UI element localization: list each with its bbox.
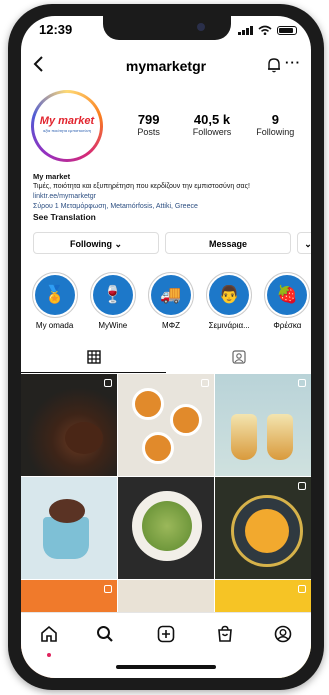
carousel-icon [104,585,112,593]
message-button[interactable]: Message [165,232,291,254]
post-thumbnail[interactable] [21,374,117,476]
battery-icon [277,25,297,35]
truck-icon: 🚚 [151,275,191,315]
dessert-glass-image [231,414,257,460]
stat-label: Posts [137,127,160,137]
search-icon [97,626,113,642]
more-options-icon[interactable]: ··· [285,55,301,70]
nav-home[interactable] [37,625,61,657]
suggested-accounts-button[interactable]: ⌄ [297,232,311,254]
stat-value: 40,5 k [193,112,231,127]
stat-following[interactable]: 9 Following [244,112,307,137]
status-time: 12:39 [39,22,73,37]
avatar-story-ring[interactable]: My market αξία ποιότητα εμπιστοσύνη [31,90,103,162]
chocolate-bowl-image [65,422,103,454]
stat-label: Followers [192,127,232,137]
notch [103,16,231,40]
highlight-item[interactable]: 🏅 My omada [31,272,78,336]
stat-value: 9 [271,112,279,127]
dessert-cup-image [43,517,89,559]
post-thumbnail[interactable] [215,374,311,476]
profile-stats: 799 Posts 40,5 k Followers 9 Following [117,112,307,137]
highlight-label: My omada [35,321,74,330]
avatar-logo-tagline: αξία ποιότητα εμπιστοσύνη [43,128,91,133]
status-icons [238,25,297,35]
notification-dot [47,653,51,657]
highlight-item[interactable]: 🚚 ΜΦΖ [147,272,194,336]
medal-icon: 🏅 [34,275,75,315]
soup-cup-image [142,432,174,464]
soup-cup-image [132,388,164,420]
post-thumbnail[interactable] [118,477,214,579]
post-thumbnail[interactable] [215,477,311,579]
chocolate-topping-image [49,499,85,523]
home-indicator [116,665,216,669]
top-bar: mymarketgr ··· [21,52,311,80]
dessert-glass-image [267,414,293,460]
home-icon [41,625,57,642]
carousel-icon [298,379,306,387]
carousel-icon [201,379,209,387]
nav-create[interactable] [154,625,178,649]
carousel-icon [298,585,306,593]
wifi-icon [258,25,272,35]
profile-actions: Following ⌄ Message ⌄ [33,232,311,256]
nav-profile[interactable] [271,625,295,649]
wine-glasses-icon: 🍷 [92,275,133,315]
highlight-label: ΜΦΖ [162,321,180,330]
nav-search[interactable] [93,625,117,649]
bio-name: My market [33,172,71,181]
bottom-nav [21,612,311,678]
highlight-ring: 🏅 [31,272,78,318]
stat-followers[interactable]: 40,5 k Followers [180,112,243,137]
highlight-label: MyWine [98,321,128,330]
soup-cup-image [170,404,202,436]
post-thumbnail[interactable] [21,477,117,579]
strawberry-icon: 🍓 [267,275,308,315]
carousel-icon [104,379,112,387]
add-icon [157,625,175,643]
highlight-label: Σεμινάρια... [208,321,250,330]
highlight-item[interactable]: 🍷 MyWine [89,272,136,336]
stat-posts[interactable]: 799 Posts [117,112,180,137]
following-button[interactable]: Following ⌄ [33,232,159,254]
profile-bio: My market Τιμές, ποιότητα και εξυπηρέτησ… [33,172,303,222]
profile-icon [274,625,292,643]
profile-header: My market αξία ποιότητα εμπιστοσύνη 799 … [21,90,311,170]
grid-icon [86,350,101,364]
reel-icon [298,482,306,490]
chef-icon: 👨 [209,275,250,315]
highlight-item[interactable]: 👨 Σεμινάρια... [206,272,253,336]
salad-image [142,501,192,551]
profile-tabs [21,350,311,373]
shop-icon [218,625,232,642]
tab-tagged[interactable] [166,350,311,372]
avatar: My market αξία ποιότητα εμπιστοσύνη [34,93,100,159]
highlight-item[interactable]: 🍓 Φρέσκα [264,272,311,336]
tab-posts-grid[interactable] [21,350,166,373]
avatar-logo: My market [39,115,95,127]
soup-image [245,509,289,553]
highlight-label: Φρέσκα [273,321,302,330]
signal-icon [238,25,253,35]
bio-text: Τιμές, ποιότητα και εξυπηρέτηση που κερδ… [33,183,250,190]
phone-frame: 12:39 mymarketgr ··· My market αξία ποιό… [8,4,324,690]
stat-value: 799 [137,112,160,127]
camera-icon [197,23,205,31]
highlight-ring: 🍷 [89,272,136,318]
nav-shop[interactable] [213,625,237,649]
app-screen: 12:39 mymarketgr ··· My market αξία ποιό… [21,16,311,678]
highlight-ring: 🚚 [148,272,194,318]
tagged-icon [231,350,246,364]
story-highlights: 🏅 My omada 🍷 MyWine 🚚 ΜΦΖ 👨 Σεμινάρια...… [21,272,311,336]
bio-location[interactable]: Σύρου 1 Μεταμόρφωση, Metamórfosis, Attik… [33,202,303,212]
stat-label: Following [256,127,295,137]
post-thumbnail[interactable] [118,374,214,476]
see-translation-link[interactable]: See Translation [33,212,303,222]
highlight-ring: 👨 [206,272,253,318]
highlight-ring: 🍓 [264,272,311,318]
bell-icon[interactable] [267,57,281,73]
bio-link[interactable]: linktr.ee/mymarketgr [33,192,303,202]
